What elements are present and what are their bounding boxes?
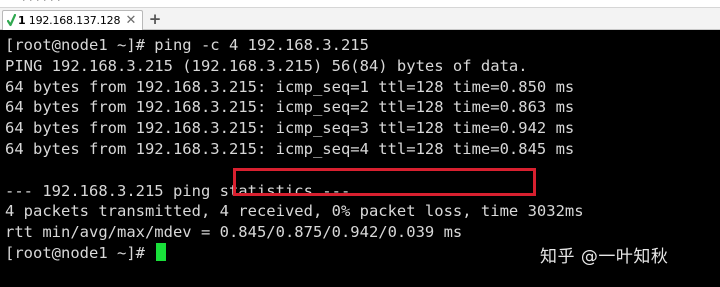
tab-label: 1 192.168.137.128 [18,14,120,27]
terminal-line: [root@node1 ~]# ping -c 4 192.168.3.215 [5,36,369,54]
terminal-line: 64 bytes from 192.168.3.215: icmp_seq=4 … [5,139,575,158]
terminal-line: 64 bytes from 192.168.3.215: icmp_seq=1 … [5,77,575,96]
watermark: 知乎 @一叶知秋 [540,247,669,267]
terminal-window: · · · · · · 1 192.168.137.128 ✕ + [root@… [0,0,720,287]
terminal-line: PING 192.168.3.215 (192.168.3.215) 56(84… [5,56,528,75]
cut-off-title: · · · · · · [22,0,61,7]
terminal-line: rtt min/avg/max/mdev = 0.845/0.875/0.942… [5,223,463,242]
tab-session-1[interactable]: 1 192.168.137.128 ✕ [2,10,143,30]
terminal-line: 4 packets transmitted, 4 received, 0% pa… [5,202,584,221]
tab-title: 192.168.137.128 [28,14,121,27]
terminal-cursor [156,242,167,261]
close-icon[interactable]: ✕ [123,12,139,28]
plus-icon[interactable]: + [146,10,164,28]
terminal-line: 64 bytes from 192.168.3.215: icmp_seq=3 … [5,119,575,138]
title-strip: · · · · · · [0,0,720,8]
tab-number: 1 [18,14,26,27]
terminal-prompt: [root@node1 ~]# [5,243,155,262]
terminal-line: --- 192.168.3.215 ping statistics --- [5,181,351,200]
terminal-line: 64 bytes from 192.168.3.215: icmp_seq=2 … [5,98,575,117]
tab-bar: · · · · · · 1 192.168.137.128 ✕ + [0,0,720,30]
checkmark-icon [7,14,17,28]
